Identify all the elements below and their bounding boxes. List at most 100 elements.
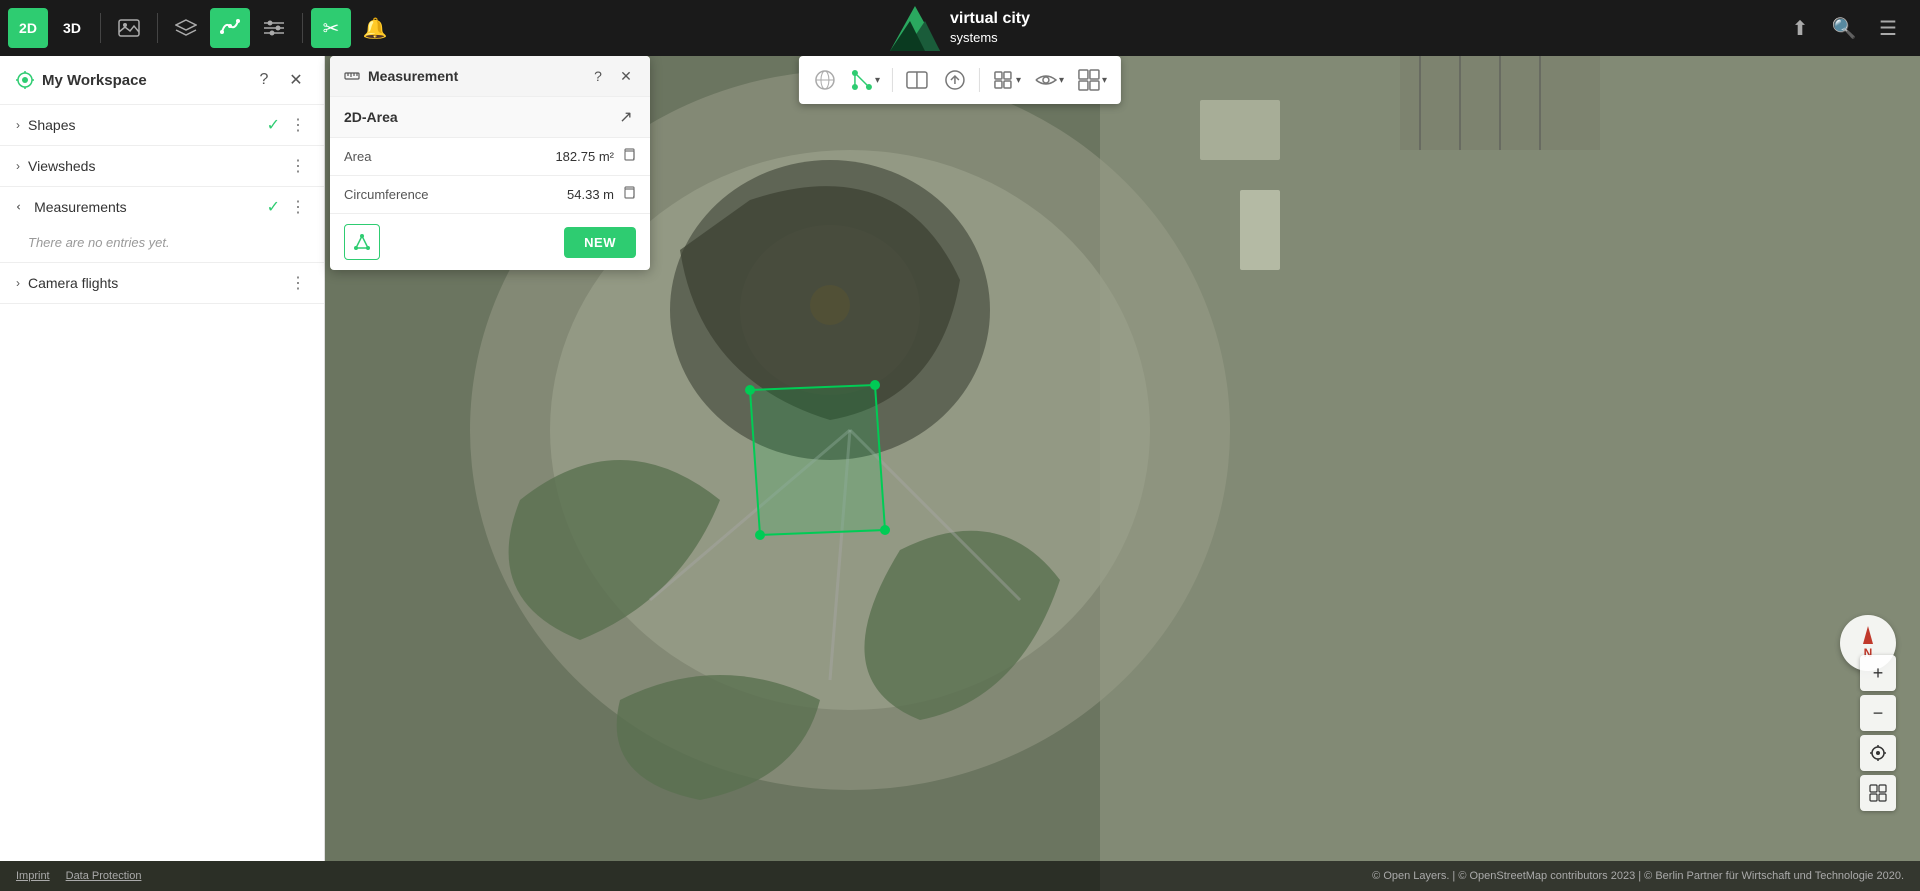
- viewsheds-menu-button[interactable]: ⋮: [288, 156, 308, 176]
- toolbar-right-group: ⬆ 🔍 ☰: [1768, 8, 1920, 48]
- viewsheds-section-left: › Viewsheds: [16, 158, 95, 174]
- camera-flights-label: Camera flights: [28, 275, 118, 291]
- status-bar-attribution: © Open Layers. | © OpenStreetMap contrib…: [1372, 870, 1904, 882]
- sliders-button[interactable]: [254, 8, 294, 48]
- 3d-button[interactable]: 3D: [52, 8, 92, 48]
- view-dropdown[interactable]: ▾: [1029, 67, 1070, 93]
- grid-dropdown[interactable]: ▾: [1072, 65, 1113, 95]
- circumference-value-group: 54.33 m: [567, 186, 636, 203]
- measurement-expand-button[interactable]: ↗: [616, 107, 636, 127]
- measurement-tool-dropdown[interactable]: ▾: [845, 65, 886, 95]
- map-tool-divider-2: [979, 68, 980, 92]
- measurement-close-button[interactable]: ✕: [616, 66, 636, 86]
- compass-needle: [1863, 626, 1873, 644]
- measurements-label: Measurements: [34, 199, 127, 215]
- measurements-check: ✓: [267, 197, 280, 217]
- viewsheds-section-header[interactable]: › Viewsheds ⋮: [0, 146, 324, 186]
- measurement-shape-button[interactable]: [344, 224, 380, 260]
- sidebar-header-icons: ? ✕: [252, 68, 308, 92]
- shapes-section-header[interactable]: › Shapes ✓ ⋮: [0, 105, 324, 145]
- measurements-section-right: ✓ ⋮: [267, 197, 308, 217]
- split-screen-button[interactable]: [899, 62, 935, 98]
- status-bar-left: Imprint Data Protection: [16, 870, 141, 882]
- sidebar-title: My Workspace: [16, 71, 147, 89]
- shapes-chevron: ›: [16, 118, 20, 132]
- shapes-label: Shapes: [28, 117, 75, 133]
- search-button[interactable]: 🔍: [1824, 8, 1864, 48]
- measurement-panel-header: Measurement ? ✕: [330, 56, 650, 97]
- sidebar: My Workspace ? ✕ › Shapes ✓ ⋮ › Viewshed…: [0, 56, 325, 861]
- measurements-chevron: ⌄: [14, 202, 28, 212]
- viewsheds-label: Viewsheds: [28, 158, 95, 174]
- camera-flights-section-right: ⋮: [288, 273, 308, 293]
- measurements-empty-text: There are no entries yet.: [0, 227, 324, 262]
- sidebar-section-shapes: › Shapes ✓ ⋮: [0, 105, 324, 146]
- circumference-copy-button[interactable]: [622, 186, 636, 203]
- polygon-button[interactable]: [210, 8, 250, 48]
- area-key: Area: [344, 149, 371, 164]
- toolbar-divider-1: [100, 13, 101, 43]
- status-bar: Imprint Data Protection © Open Layers. |…: [0, 861, 1920, 891]
- layers-button[interactable]: [166, 8, 206, 48]
- logo-text: virtual city systems: [950, 9, 1030, 47]
- zoom-out-button[interactable]: −: [1860, 695, 1896, 731]
- measurement-panel-title-text: Measurement: [368, 68, 458, 84]
- sidebar-section-measurements: ⌄ Measurements ✓ ⋮ There are no entries …: [0, 187, 324, 263]
- workspace-icon: [16, 71, 34, 89]
- camera-flights-section-left: › Camera flights: [16, 275, 118, 291]
- sidebar-help-button[interactable]: ?: [252, 68, 276, 92]
- locate-button[interactable]: [1860, 735, 1896, 771]
- ruler-icon: [344, 68, 360, 84]
- measurements-menu-button[interactable]: ⋮: [288, 197, 308, 217]
- circumference-row: Circumference 54.33 m: [330, 176, 650, 214]
- circumference-key: Circumference: [344, 187, 429, 202]
- menu-button[interactable]: ☰: [1868, 8, 1908, 48]
- map-tool-divider-1: [892, 68, 893, 92]
- toolbar-left-group: 2D 3D: [0, 8, 403, 48]
- area-row: Area 182.75 m²: [330, 138, 650, 176]
- viewsheds-section-right: ⋮: [288, 156, 308, 176]
- globe-tool-button[interactable]: [807, 62, 843, 98]
- shapes-section-right: ✓ ⋮: [267, 115, 308, 135]
- import-button[interactable]: [937, 62, 973, 98]
- viewsheds-chevron: ›: [16, 159, 20, 173]
- sidebar-close-button[interactable]: ✕: [284, 68, 308, 92]
- data-protection-link[interactable]: Data Protection: [66, 870, 142, 882]
- top-toolbar: 2D 3D: [0, 0, 1920, 56]
- logo: virtual city systems: [890, 6, 1030, 51]
- measurement-help-button[interactable]: ?: [588, 66, 608, 86]
- new-measurement-button[interactable]: NEW: [564, 227, 636, 258]
- area-value: 182.75 m²: [555, 149, 614, 164]
- camera-flights-chevron: ›: [16, 276, 20, 290]
- measurement-panel: Measurement ? ✕ 2D-Area ↗ Area 182.75 m²…: [330, 56, 650, 270]
- map-toolbar: ▾ ▾ ▾: [799, 56, 1121, 104]
- toolbar-divider-3: [302, 13, 303, 43]
- camera-flights-section-header[interactable]: › Camera flights ⋮: [0, 263, 324, 303]
- shapes-check: ✓: [267, 115, 280, 135]
- circumference-value: 54.33 m: [567, 187, 614, 202]
- sidebar-section-viewsheds: › Viewsheds ⋮: [0, 146, 324, 187]
- measurement-type-label: 2D-Area: [344, 109, 398, 125]
- share-button[interactable]: ⬆: [1780, 8, 1820, 48]
- notification-button[interactable]: 🔔: [355, 8, 395, 48]
- measurement-type-row: 2D-Area ↗: [330, 97, 650, 138]
- camera-flights-menu-button[interactable]: ⋮: [288, 273, 308, 293]
- overview-button[interactable]: [1860, 775, 1896, 811]
- area-copy-button[interactable]: [622, 148, 636, 165]
- zoom-in-button[interactable]: +: [1860, 655, 1896, 691]
- sidebar-section-camera-flights: › Camera flights ⋮: [0, 263, 324, 304]
- 2d-button[interactable]: 2D: [8, 8, 48, 48]
- measurements-section-header[interactable]: ⌄ Measurements ✓ ⋮: [0, 187, 324, 227]
- area-value-group: 182.75 m²: [555, 148, 636, 165]
- imprint-link[interactable]: Imprint: [16, 870, 50, 882]
- measurements-section-left: ⌄ Measurements: [16, 199, 127, 215]
- image-tool-button[interactable]: [109, 8, 149, 48]
- measurement-panel-title: Measurement: [344, 68, 458, 84]
- shapes-menu-button[interactable]: ⋮: [288, 115, 308, 135]
- tools-button[interactable]: ✂: [311, 8, 351, 48]
- poi-dropdown[interactable]: ▾: [986, 65, 1027, 95]
- map-controls: + −: [1860, 655, 1896, 811]
- sidebar-header: My Workspace ? ✕: [0, 56, 324, 105]
- measurement-panel-header-icons: ? ✕: [588, 66, 636, 86]
- measurement-panel-footer: NEW: [330, 214, 650, 270]
